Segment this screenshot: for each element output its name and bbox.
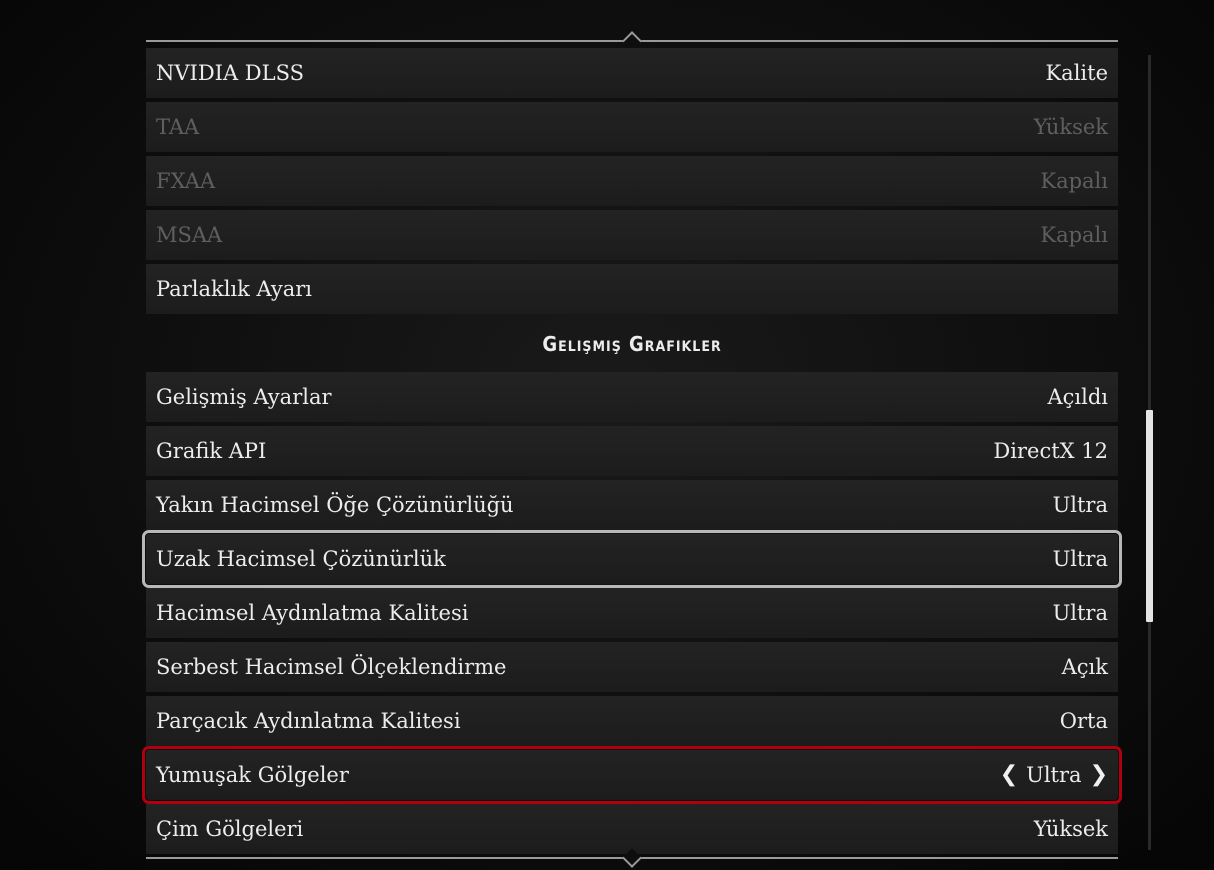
setting-label: Parçacık Aydınlatma Kalitesi bbox=[156, 709, 461, 733]
setting-label: MSAA bbox=[156, 223, 223, 247]
setting-row-soft-shadows[interactable]: Yumuşak Gölgeler ❮ Ultra ❯ bbox=[142, 746, 1122, 804]
setting-value: Ultra bbox=[1052, 547, 1108, 571]
setting-row-taa: TAA Yüksek bbox=[146, 102, 1118, 152]
setting-value: Ultra bbox=[1052, 493, 1108, 517]
setting-row-fxaa: FXAA Kapalı bbox=[146, 156, 1118, 206]
setting-label: Yakın Hacimsel Öğe Çözünürlüğü bbox=[156, 493, 514, 517]
setting-value: Kapalı bbox=[1040, 169, 1108, 193]
setting-row-msaa: MSAA Kapalı bbox=[146, 210, 1118, 260]
section-header-advanced-graphics: Gelişmiş Grafikler bbox=[542, 332, 722, 356]
setting-value: Yüksek bbox=[1033, 115, 1108, 139]
setting-value: Açık bbox=[1061, 655, 1108, 679]
setting-value: Ultra bbox=[1026, 763, 1082, 787]
setting-value: Yüksek bbox=[1033, 817, 1108, 841]
setting-label: Çim Gölgeleri bbox=[156, 817, 304, 841]
setting-label: Parlaklık Ayarı bbox=[156, 277, 312, 301]
setting-label: FXAA bbox=[156, 169, 216, 193]
setting-value: Açıldı bbox=[1047, 385, 1108, 409]
setting-label: TAA bbox=[156, 115, 200, 139]
setting-row-grass-shadows[interactable]: Çim Gölgeleri Yüksek bbox=[146, 804, 1118, 854]
value-selector[interactable]: ❮ Ultra ❯ bbox=[1000, 750, 1108, 800]
setting-value: Ultra bbox=[1052, 601, 1108, 625]
setting-row-far-volumetric-resolution[interactable]: Uzak Hacimsel Çözünürlük Ultra bbox=[142, 530, 1122, 588]
setting-row-near-volumetric-resolution[interactable]: Yakın Hacimsel Öğe Çözünürlüğü Ultra bbox=[146, 480, 1118, 530]
setting-row-unlocked-volumetric-scaling[interactable]: Serbest Hacimsel Ölçeklendirme Açık bbox=[146, 642, 1118, 692]
setting-row-nvidia-dlss[interactable]: NVIDIA DLSS Kalite bbox=[146, 48, 1118, 98]
setting-label: Gelişmiş Ayarlar bbox=[156, 385, 332, 409]
setting-row-graphics-api[interactable]: Grafik API DirectX 12 bbox=[146, 426, 1118, 476]
setting-label: Serbest Hacimsel Ölçeklendirme bbox=[156, 655, 507, 679]
setting-label: Yumuşak Gölgeler bbox=[156, 763, 349, 787]
setting-row-volumetric-lighting-quality[interactable]: Hacimsel Aydınlatma Kalitesi Ultra bbox=[146, 588, 1118, 638]
setting-value: Kalite bbox=[1045, 61, 1108, 85]
setting-value: DirectX 12 bbox=[993, 439, 1108, 463]
chevron-left-icon[interactable]: ❮ bbox=[1000, 750, 1018, 800]
chevron-right-icon[interactable]: ❯ bbox=[1090, 750, 1108, 800]
setting-value: Kapalı bbox=[1040, 223, 1108, 247]
setting-row-particle-lighting-quality[interactable]: Parçacık Aydınlatma Kalitesi Orta bbox=[146, 696, 1118, 746]
setting-label: NVIDIA DLSS bbox=[156, 61, 304, 85]
scrollbar-thumb[interactable] bbox=[1146, 410, 1153, 622]
setting-value: Orta bbox=[1059, 709, 1108, 733]
setting-row-advanced-settings[interactable]: Gelişmiş Ayarlar Açıldı bbox=[146, 372, 1118, 422]
setting-row-brightness[interactable]: Parlaklık Ayarı bbox=[146, 264, 1118, 314]
setting-label: Uzak Hacimsel Çözünürlük bbox=[156, 547, 446, 571]
settings-panel: NVIDIA DLSS Kalite TAA Yüksek FXAA Kapal… bbox=[142, 0, 1122, 870]
setting-label: Hacimsel Aydınlatma Kalitesi bbox=[156, 601, 469, 625]
setting-label: Grafik API bbox=[156, 439, 267, 463]
